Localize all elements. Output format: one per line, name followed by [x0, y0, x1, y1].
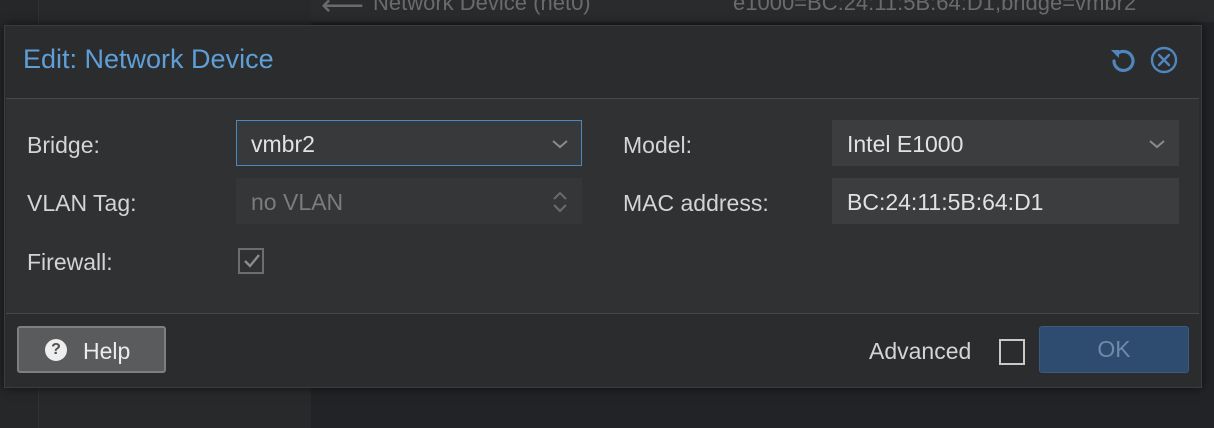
network-row-icon: ⟵: [321, 0, 365, 22]
bridge-label: Bridge:: [27, 132, 100, 158]
vlan-tag-placeholder: no VLAN: [251, 189, 344, 215]
close-icon[interactable]: [1150, 46, 1178, 74]
refresh-icon[interactable]: [1108, 46, 1136, 74]
mac-address-value: BC:24:11:5B:64:D1: [847, 189, 1044, 215]
firewall-label: Firewall:: [27, 249, 113, 275]
spinner-icon[interactable]: [549, 191, 571, 213]
form-panel: Bridge: vmbr2 VLAN Tag: no VLAN Firewall…: [6, 98, 1199, 314]
advanced-label: Advanced: [869, 338, 972, 364]
question-circle-icon: ?: [45, 339, 67, 361]
edit-network-device-dialog: Edit: Network Device Bridge: vmbr2 VLAN …: [4, 25, 1202, 388]
firewall-checkbox[interactable]: [238, 248, 264, 274]
bridge-combobox[interactable]: vmbr2: [236, 120, 582, 166]
background-hardware-row: ⟵ Network Device (net0) e1000=BC:24:11:5…: [311, 0, 1214, 22]
help-button[interactable]: ? Help: [17, 326, 166, 373]
vlan-tag-label: VLAN Tag:: [27, 190, 137, 216]
bridge-value: vmbr2: [251, 131, 315, 157]
background-row-value: e1000=BC:24:11:5B:64:D1,bridge=vmbr2: [733, 0, 1137, 15]
chevron-down-icon[interactable]: [1146, 133, 1168, 155]
vlan-tag-field[interactable]: no VLAN: [236, 178, 582, 224]
advanced-checkbox[interactable]: [999, 339, 1025, 365]
ok-button[interactable]: OK: [1039, 326, 1189, 373]
help-button-label: Help: [83, 338, 131, 364]
dialog-title: Edit: Network Device: [23, 44, 274, 74]
mac-address-label: MAC address:: [623, 190, 769, 216]
model-label: Model:: [623, 132, 693, 158]
model-combobox[interactable]: Intel E1000: [832, 120, 1179, 166]
mac-address-field[interactable]: BC:24:11:5B:64:D1: [832, 178, 1179, 224]
chevron-down-icon[interactable]: [549, 133, 571, 155]
checkmark-icon: [244, 254, 260, 268]
background-row-device: Network Device (net0): [373, 0, 591, 15]
model-value: Intel E1000: [847, 131, 964, 157]
